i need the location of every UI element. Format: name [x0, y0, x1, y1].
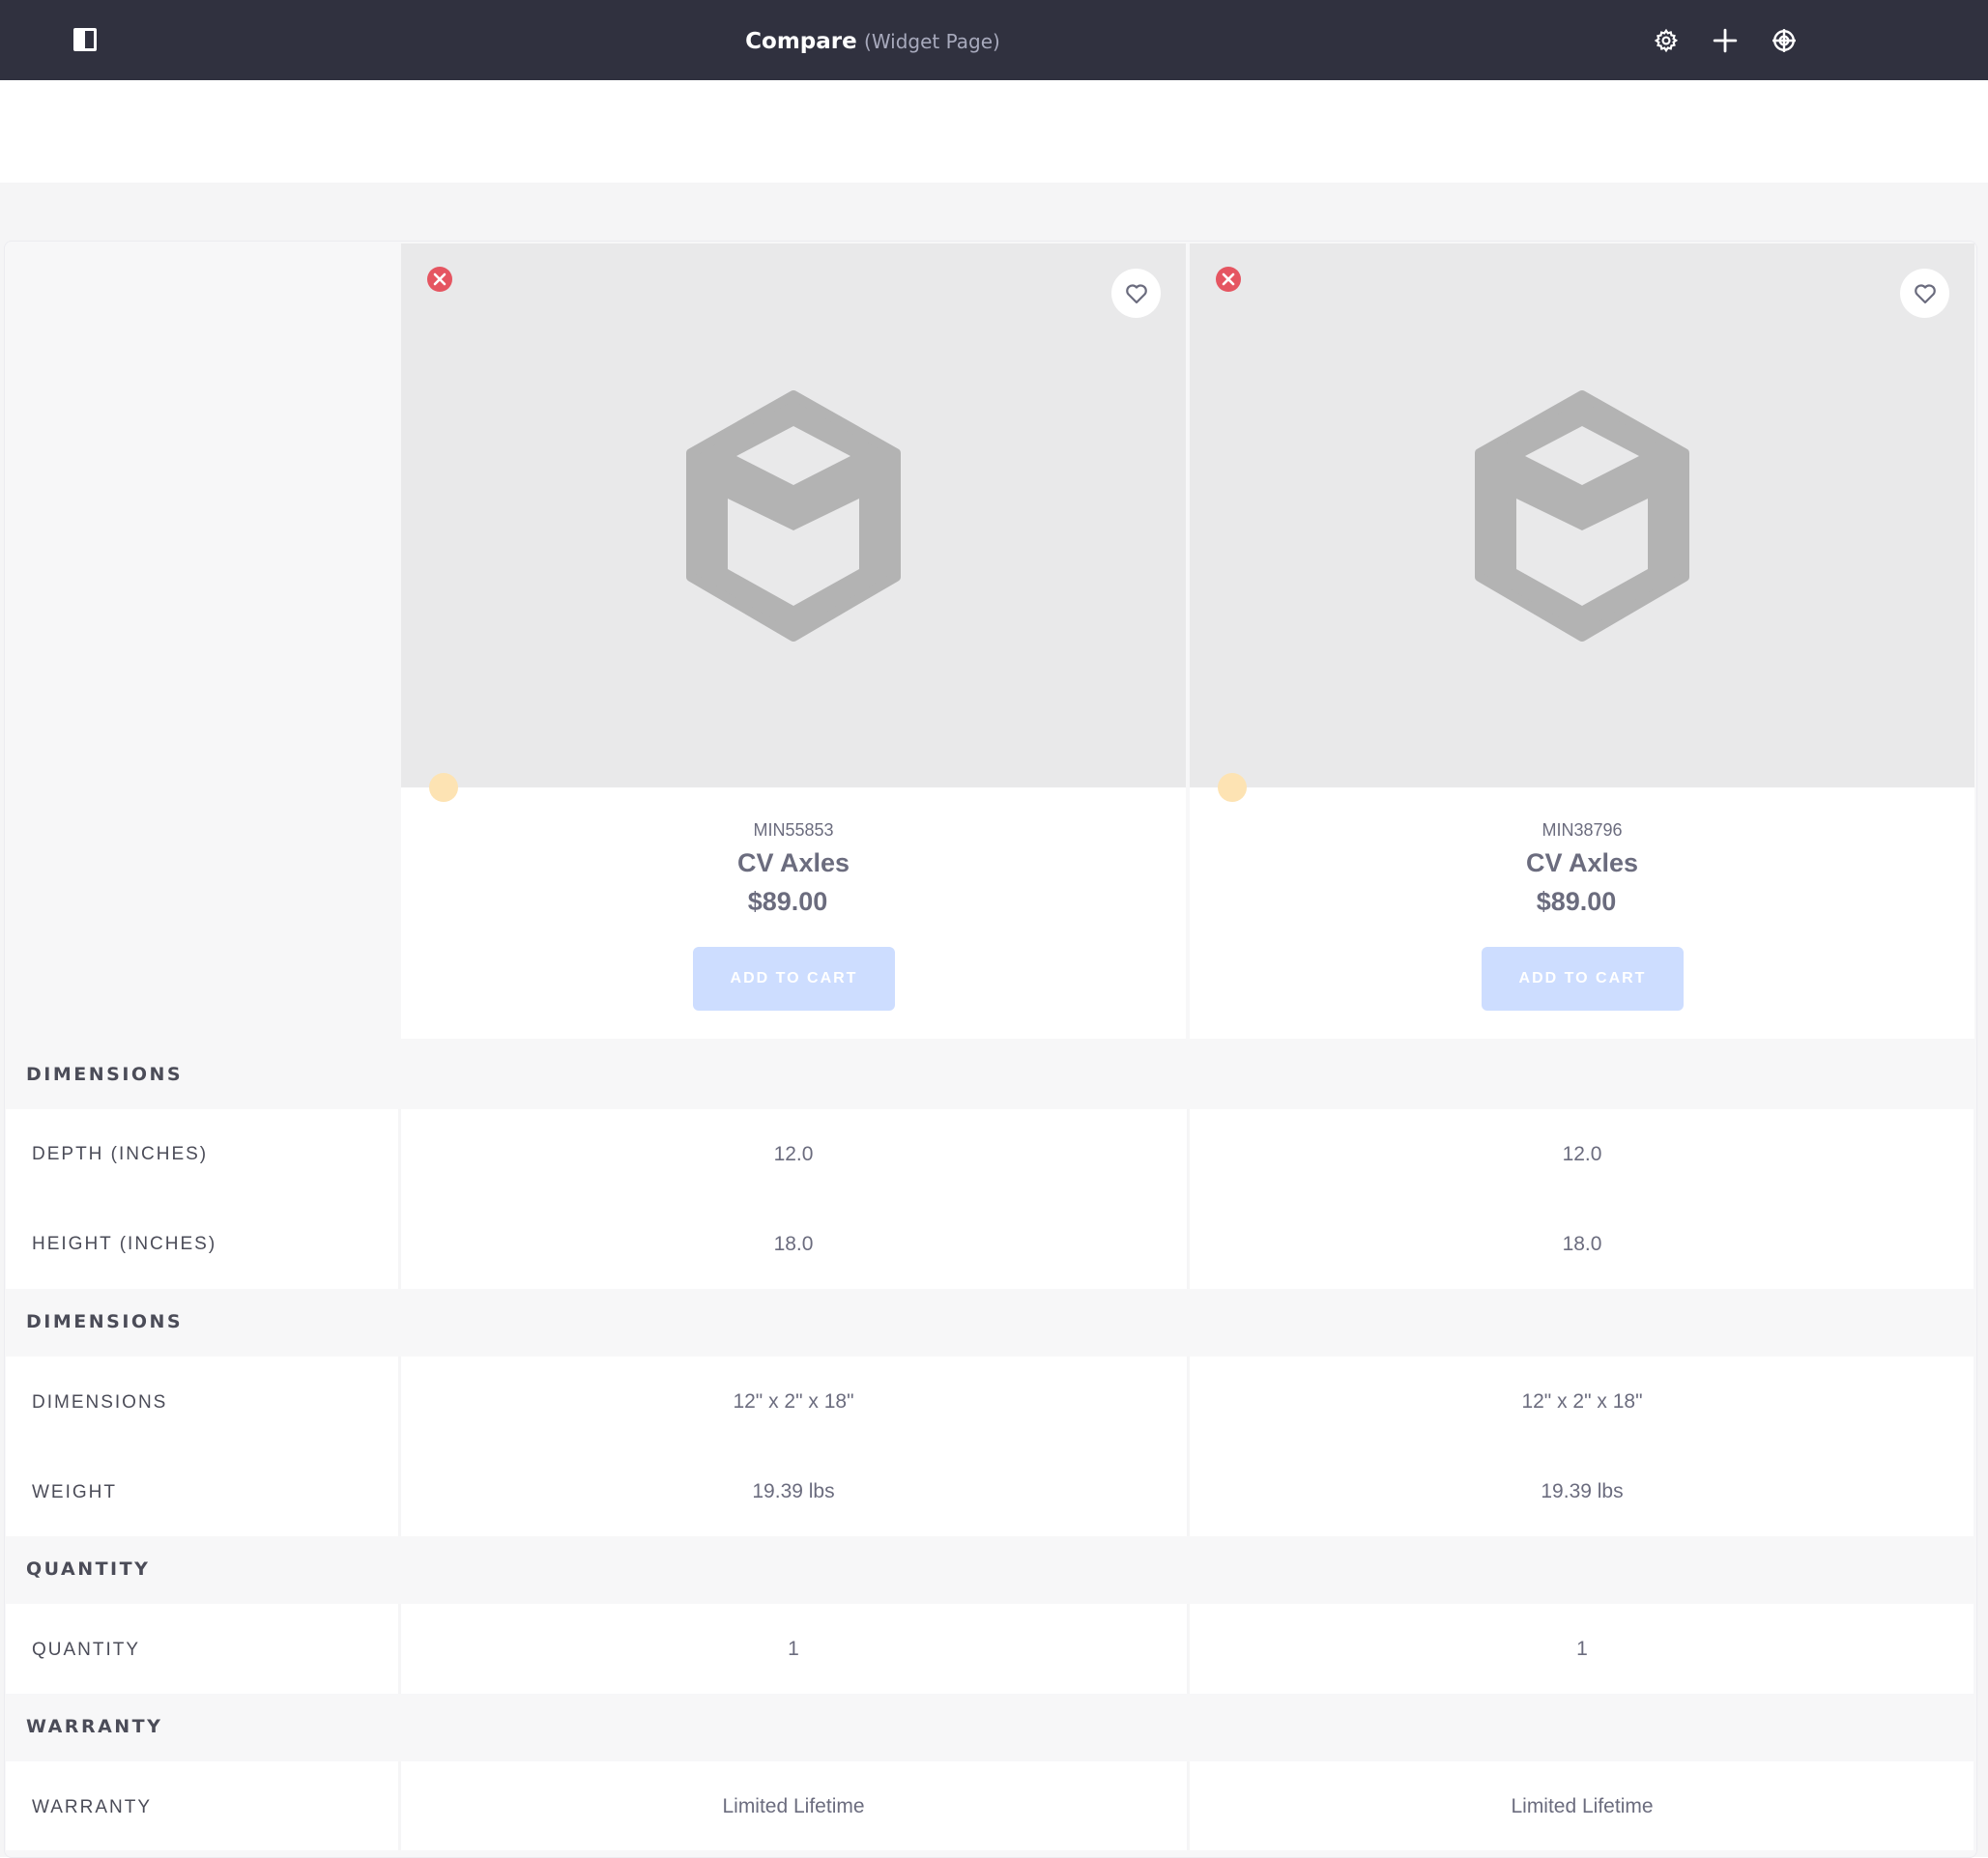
table-cell: Limited Lifetime	[1511, 1795, 1654, 1817]
product-placeholder-icon	[686, 390, 901, 642]
table-cell: 1	[1576, 1638, 1588, 1660]
close-icon	[1222, 272, 1235, 286]
section-header: DIMENSIONS	[26, 1311, 184, 1332]
product-image[interactable]	[1190, 243, 1974, 787]
row-label: QUANTITY	[32, 1640, 141, 1660]
gear-icon[interactable]	[1651, 25, 1682, 56]
remove-product-button[interactable]	[427, 267, 452, 292]
page-title: Compare (Widget Page)	[0, 0, 1745, 80]
top-bar: Compare (Widget Page)	[0, 0, 1988, 80]
header-spacer	[0, 80, 1988, 183]
row-label: WARRANTY	[32, 1797, 153, 1817]
product-sku: MIN55853	[753, 820, 834, 840]
product-placeholder-icon	[1475, 390, 1689, 642]
table-cell: 18.0	[1562, 1233, 1602, 1255]
row-label: WEIGHT	[32, 1482, 117, 1502]
heart-icon	[1914, 283, 1936, 303]
section-header: DIMENSIONS	[26, 1064, 184, 1085]
product-image[interactable]	[401, 243, 1186, 787]
row-label: DEPTH (INCHES)	[32, 1144, 209, 1164]
section-rows: WARRANTY Limited Lifetime Limited Lifeti…	[6, 1761, 1974, 1850]
table-cell: 18.0	[773, 1233, 814, 1255]
row-label: DIMENSIONS	[32, 1392, 168, 1413]
status-indicator	[1218, 773, 1247, 802]
add-to-wishlist-button[interactable]	[1111, 269, 1161, 318]
section-rows: QUANTITY 1 1	[6, 1604, 1974, 1694]
table-cell: 19.39 lbs	[1541, 1480, 1624, 1502]
add-to-cart-button[interactable]: ADD TO CART	[693, 947, 895, 1011]
section-rows: DEPTH (INCHES) 12.0 12.0 HEIGHT (INCHES)…	[6, 1109, 1974, 1289]
row-label: HEIGHT (INCHES)	[32, 1234, 217, 1254]
plus-icon[interactable]	[1710, 25, 1741, 56]
product-price: $89.00	[1536, 887, 1617, 916]
table-cell: 12" x 2" x 18"	[733, 1390, 854, 1413]
section-rows: DIMENSIONS 12" x 2" x 18" 12" x 2" x 18"…	[6, 1357, 1974, 1536]
status-indicator	[429, 773, 458, 802]
remove-product-button[interactable]	[1216, 267, 1241, 292]
section-header: WARRANTY	[26, 1716, 163, 1737]
section-header: QUANTITY	[26, 1558, 151, 1580]
table-cell: 12.0	[773, 1143, 814, 1165]
table-cell: Limited Lifetime	[722, 1795, 865, 1817]
table-cell: 12.0	[1562, 1143, 1602, 1165]
page-title-main: Compare	[745, 29, 857, 54]
product-sku: MIN38796	[1541, 820, 1623, 840]
add-to-cart-button[interactable]: ADD TO CART	[1482, 947, 1684, 1011]
product-price: $89.00	[747, 887, 828, 916]
product-name[interactable]: CV Axles	[1190, 848, 1974, 878]
close-icon	[433, 272, 447, 286]
page-title-subtitle: (Widget Page)	[864, 30, 1000, 53]
table-cell: 1	[788, 1638, 799, 1660]
product-name[interactable]: CV Axles	[401, 848, 1186, 878]
add-to-wishlist-button[interactable]	[1900, 269, 1949, 318]
product-card: MIN38796 CV Axles $89.00 ADD TO CART	[1190, 243, 1974, 1039]
product-card: MIN55853 CV Axles $89.00 ADD TO CART	[401, 243, 1186, 1039]
table-cell: 19.39 lbs	[752, 1480, 835, 1502]
heart-icon	[1125, 283, 1147, 303]
table-cell: 12" x 2" x 18"	[1521, 1390, 1643, 1413]
target-icon[interactable]	[1769, 25, 1800, 56]
